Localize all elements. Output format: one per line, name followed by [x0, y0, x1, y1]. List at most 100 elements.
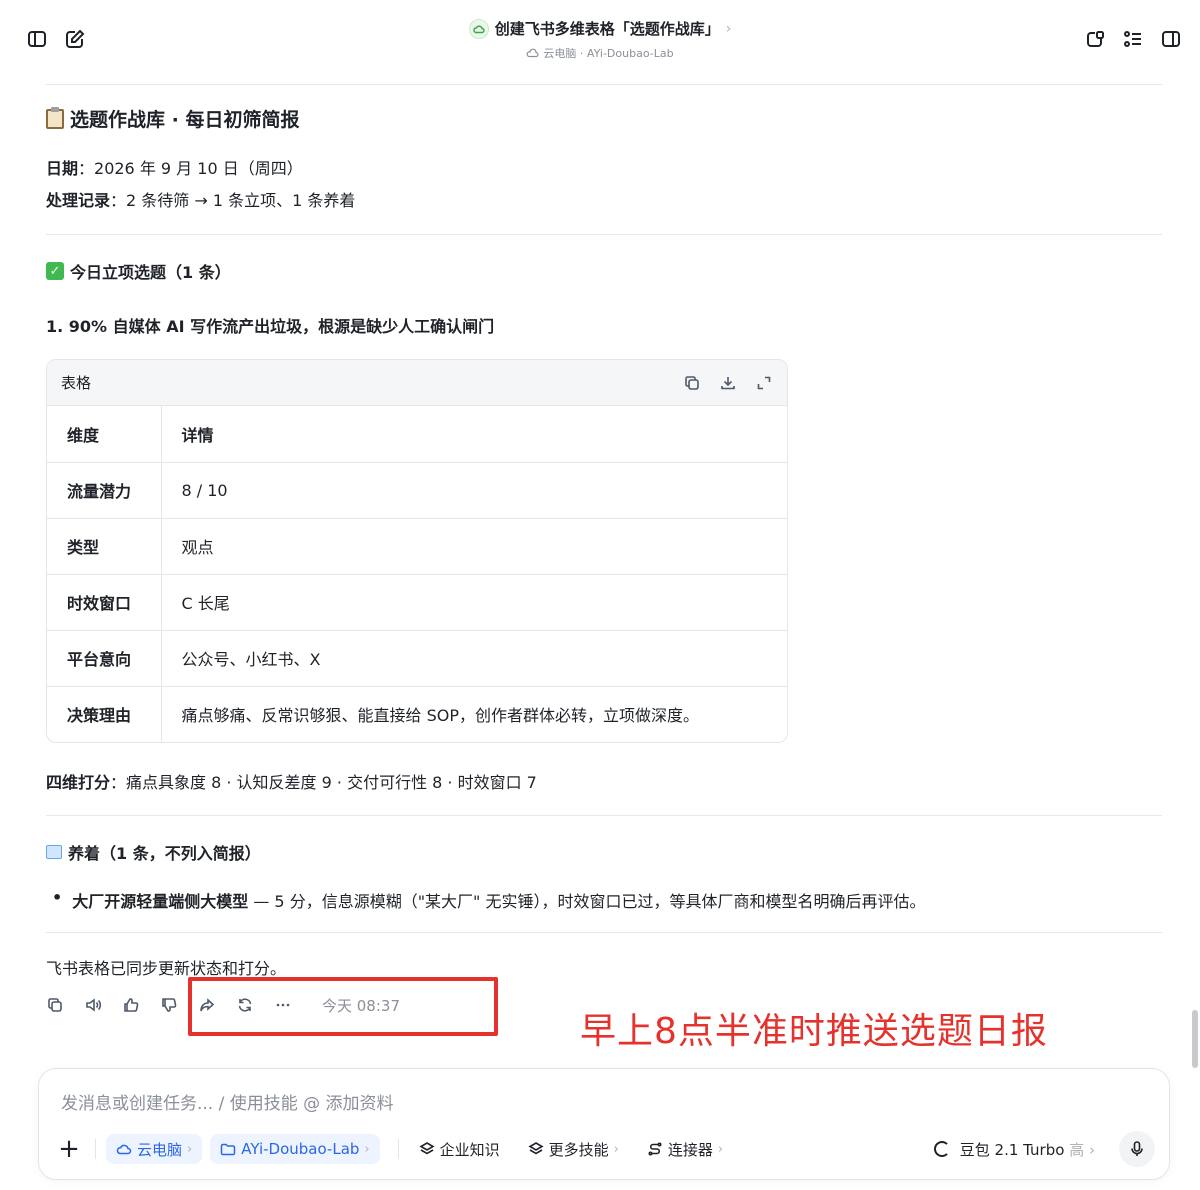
table-label: 表格 — [61, 374, 92, 392]
assistant-message: 选题作战库 · 每日初筛简报 日期：2026 年 9 月 10 日（周四） 处理… — [46, 78, 1162, 979]
composer-toolbar: + 云电脑 › AYi-Doubao-Lab › 企业知识 更多技能 › 连接器 › 豆… — [53, 1131, 1155, 1167]
add-attachment-button[interactable]: + — [53, 1134, 85, 1164]
approved-heading-text: 今日立项选题（1 条） — [70, 263, 231, 282]
connector-icon — [648, 1142, 662, 1156]
message-input[interactable]: 发消息或创建任务... / 使用技能 @ 添加资料 — [61, 1089, 394, 1114]
approved-heading: ✓ 今日立项选题（1 条） — [46, 259, 1162, 283]
clipboard-icon — [46, 106, 64, 129]
detail-table: 维度 详情 流量潜力 8 / 10 类型 观点 时效窗口 C 长尾 平台意向 公众号、小红书、X 决… — [47, 406, 787, 742]
folder-icon — [220, 1143, 236, 1155]
highlight-box — [188, 977, 498, 1036]
expand-icon[interactable] — [755, 374, 773, 392]
workspace-chip[interactable]: AYi-Doubao-Lab › — [210, 1134, 380, 1164]
approved-item-title: 1. 90% 自媒体 AI 写作流产出垃圾，根源是缺少人工确认闸门 — [46, 317, 495, 336]
score-label: 四维打分 — [46, 773, 111, 792]
chevron-right-icon: › — [1084, 1140, 1095, 1159]
footer-note: 飞书表格已同步更新状态和打分。 — [46, 959, 287, 978]
record-value: ：2 条待筛 → 1 条立项、1 条养着 — [110, 191, 356, 210]
detail-table-card: 表格 维度 详情 流量潜力 8 / 10 类型 观点 时效窗口 C 长尾 平台意向 公众号、小红书… — [46, 359, 788, 743]
skills-chip-label: 更多技能 — [548, 1140, 609, 1159]
microphone-button[interactable] — [1119, 1131, 1155, 1167]
table-cell-value: 痛点够痛、反常识够狠、能直接给 SOP，创作者群体必转，立项做深度。 — [181, 706, 700, 726]
table-row: 时效窗口 C 长尾 — [47, 574, 787, 631]
report-title-text: 选题作战库 · 每日初筛简报 — [70, 109, 300, 131]
more-skills-chip[interactable]: 更多技能 › — [518, 1134, 629, 1164]
workspace-chip-label: AYi-Doubao-Lab — [241, 1140, 360, 1158]
date-value: ：2026 年 9 月 10 日（周四） — [78, 159, 303, 178]
chevron-right-icon: › — [613, 1141, 619, 1157]
copy-message-icon[interactable] — [46, 996, 64, 1014]
connector-chip-label: 连接器 — [667, 1140, 713, 1159]
chevron-right-icon: › — [717, 1141, 724, 1157]
chevron-right-icon: › — [187, 1141, 193, 1157]
table-cell-value: 8 / 10 — [161, 462, 787, 519]
loading-spinner-icon — [933, 1141, 950, 1157]
chevron-right-icon: › — [364, 1141, 370, 1157]
conversation-subtitle: 云电脑 · AYi-Doubao-Lab — [526, 45, 674, 61]
copy-icon[interactable] — [683, 374, 701, 392]
incubating-item-rest: — 5 分，信息源模糊（"某大厂" 无实锤），时效窗口已过，等具体厂商和模型名明… — [248, 892, 926, 911]
incubating-item: • 大厂开源轻量端侧大模型 — 5 分，信息源模糊（"某大厂" 无实锤），时效窗… — [46, 888, 1162, 912]
table-cell-key: 维度 — [47, 406, 162, 463]
connector-chip[interactable]: 连接器 › — [637, 1134, 733, 1164]
table-cell-key: 流量潜力 — [47, 462, 162, 519]
task-list-icon[interactable] — [1122, 28, 1144, 50]
date-label: 日期 — [46, 159, 79, 178]
incubating-heading-text: 养着（1 条，不列入简报） — [68, 844, 261, 863]
cloud-outline-icon — [527, 48, 539, 58]
table-cell-value: C 长尾 — [161, 574, 787, 631]
thumbs-down-icon[interactable] — [160, 996, 178, 1014]
top-bar: 创建飞书多维表格「选题作战库」 › 云电脑 · AYi-Doubao-Lab — [0, 0, 1200, 78]
incubating-item-bold: 大厂开源轻量端侧大模型 — [72, 892, 249, 911]
model-selector[interactable]: 豆包 2.1 Turbo 高 › — [933, 1131, 1155, 1167]
table-header-row: 维度 详情 — [47, 406, 787, 463]
table-cell-key: 决策理由 — [47, 686, 162, 742]
report-title: 选题作战库 · 每日初筛简报 — [46, 105, 1162, 132]
right-panel-toggle-icon[interactable] — [1160, 28, 1182, 50]
cloud-icon — [468, 18, 489, 39]
conversation-title-area: 创建飞书多维表格「选题作战库」 › 云电脑 · AYi-Doubao-Lab — [0, 18, 1200, 62]
scrollbar[interactable] — [1192, 1010, 1198, 1068]
report-date: 日期：2026 年 9 月 10 日（周四） — [46, 158, 1162, 180]
divider — [46, 815, 1162, 816]
score-line: 四维打分：痛点具象度 8 · 认知反差度 9 · 交付可行性 8 · 时效窗口 … — [46, 769, 1162, 793]
conversation-title[interactable]: 创建飞书多维表格「选题作战库」 › — [468, 18, 732, 39]
incubating-item-text: 大厂开源轻量端侧大模型 — 5 分，信息源模糊（"某大厂" 无实锤），时效窗口已… — [72, 888, 925, 912]
layers-icon — [528, 1142, 544, 1155]
cloud-icon — [116, 1144, 132, 1155]
table-row: 类型 观点 — [47, 518, 787, 575]
conversation-title-text: 创建飞书多维表格「选题作战库」 — [494, 20, 720, 38]
table-cell-key: 类型 — [47, 518, 162, 575]
subtitle-text: 云电脑 · AYi-Doubao-Lab — [543, 47, 674, 60]
table-cell-key: 时效窗口 — [47, 574, 162, 631]
divider — [46, 84, 1162, 85]
divider — [46, 234, 1162, 235]
message-scroll-area[interactable]: 选题作战库 · 每日初筛简报 日期：2026 年 9 月 10 日（周四） 处理… — [4, 78, 1190, 1063]
table-header-bar: 表格 — [47, 360, 787, 406]
share-screen-icon[interactable] — [1084, 28, 1106, 50]
download-icon[interactable] — [719, 374, 737, 392]
knowledge-chip-label: 企业知识 — [439, 1140, 500, 1159]
microphone-icon — [1131, 1141, 1143, 1156]
table-row: 流量潜力 8 / 10 — [47, 462, 787, 519]
speaker-icon[interactable] — [84, 996, 102, 1014]
table-row: 决策理由 痛点够痛、反常识够狠、能直接给 SOP，创作者群体必转，立项做深度。 — [47, 686, 787, 742]
score-value: ：痛点具象度 8 · 认知反差度 9 · 交付可行性 8 · 时效窗口 7 — [110, 773, 537, 792]
cloud-computer-chip[interactable]: 云电脑 › — [106, 1134, 203, 1164]
enterprise-knowledge-chip[interactable]: 企业知识 — [409, 1134, 510, 1164]
table-cell-value: 观点 — [161, 518, 787, 575]
ice-cube-icon — [46, 845, 62, 859]
chevron-right-icon: › — [725, 20, 732, 37]
layers-icon — [419, 1142, 435, 1155]
separator — [95, 1139, 96, 1159]
model-name: 豆包 2.1 Turbo — [959, 1140, 1065, 1159]
annotation-text: 早上8点半准时推送选题日报 — [580, 1011, 1048, 1052]
table-cell-key: 平台意向 — [47, 630, 162, 687]
thumbs-up-icon[interactable] — [122, 996, 140, 1014]
record-label: 处理记录 — [46, 191, 111, 210]
cloud-chip-label: 云电脑 — [137, 1140, 183, 1159]
table-tools — [683, 374, 773, 392]
table-cell-value: 详情 — [161, 406, 787, 463]
model-level: 高 — [1069, 1140, 1085, 1159]
top-right-tools — [1084, 28, 1182, 50]
